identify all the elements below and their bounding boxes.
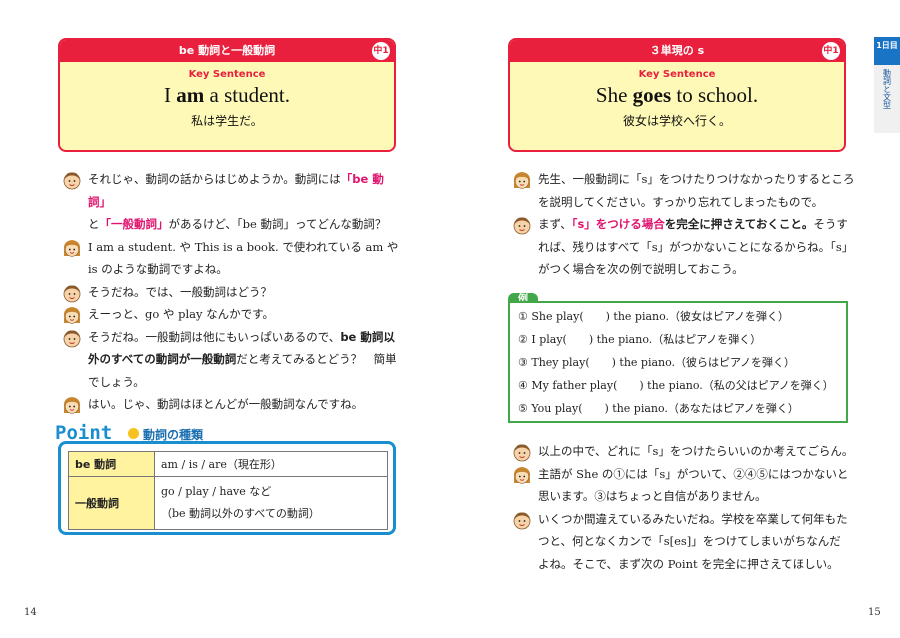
key-sentence-box-left: be 動詞と一般動詞 中1 Key Sentence I am a studen… bbox=[58, 38, 396, 152]
dialogue-line: まず、「s」をつける場合を完全に押さえておくこと。そうす れば、残りはすべて「s… bbox=[512, 213, 857, 281]
chapter-side-tab: 1日目 動詞と文型 bbox=[874, 37, 900, 133]
teacher-face-icon bbox=[512, 442, 532, 462]
point-box: be 動詞 am / is / are（現在形） 一般動詞 go / play … bbox=[58, 441, 396, 535]
table-header-cell: 一般動詞 bbox=[68, 476, 155, 530]
key-sentence-box-right: ３単現の s 中1 Key Sentence She goes to schoo… bbox=[508, 38, 846, 152]
dialogue-right-bottom: 以上の中で、どれに「s」をつけたらいいのか考えてごらん。 主語が She の①に… bbox=[512, 440, 857, 575]
key-sentence: I am a student. bbox=[164, 83, 290, 107]
dialogue-line: そうだね。では、一般動詞はどう？ bbox=[62, 281, 402, 304]
table-header-cell: be 動詞 bbox=[68, 451, 155, 477]
student-face-icon bbox=[62, 305, 82, 325]
table-row: be 動詞 am / is / are（現在形） bbox=[68, 451, 388, 477]
dialogue-line: はい。じゃ、動詞はほとんどが一般動詞なんですね。 bbox=[62, 393, 402, 416]
dialogue-line: I am a student. や This is a book. で使われてい… bbox=[62, 236, 402, 281]
key-sentence: She goes to school. bbox=[595, 83, 759, 107]
teacher-face-icon bbox=[62, 328, 82, 348]
dialogue-line: 以上の中で、どれに「s」をつけたらいいのか考えてごらん。 bbox=[512, 440, 857, 463]
example-box: ① She play( ) the piano.（彼女はピアノを弾く） ② I … bbox=[508, 301, 848, 423]
dialogue-line: 主語が She の①には「s」がついて、②④⑤にはつかないと 思います。③はちょっ… bbox=[512, 463, 857, 508]
teacher-face-icon bbox=[512, 215, 532, 235]
verb-types-table: be 動詞 am / is / are（現在形） 一般動詞 go / play … bbox=[68, 451, 388, 530]
dialogue-right-top: 先生、一般動詞に「s」をつけたりつけなかったりするところ を説明してください。すっ… bbox=[512, 168, 857, 281]
table-cell: am / is / are（現在形） bbox=[154, 451, 388, 477]
dialogue-left: それじゃ、動詞の話からはじめようか。動詞には「be 動詞」 と「一般動詞」がある… bbox=[62, 168, 402, 416]
example-item: ③ They play( ) the piano.（彼らはピアノを弾く） bbox=[518, 356, 796, 369]
level-badge: 中1 bbox=[822, 42, 840, 60]
dialogue-line: えーっと、go や play なんかです。 bbox=[62, 303, 402, 326]
table-cell: go / play / have など （be 動詞以外のすべての動詞） bbox=[154, 476, 388, 530]
level-badge: 中1 bbox=[372, 42, 390, 60]
page-number-left: 14 bbox=[24, 607, 37, 618]
example-item: ① She play( ) the piano.（彼女はピアノを弾く） bbox=[518, 310, 790, 323]
example-item: ⑤ You play( ) the piano.（あなたはピアノを弾く） bbox=[518, 402, 799, 415]
teacher-face-icon bbox=[512, 510, 532, 530]
key-sentence-label: Key Sentence bbox=[188, 69, 266, 80]
key-sentence-translation: 私は学生だ。 bbox=[191, 114, 263, 128]
student-face-icon bbox=[62, 238, 82, 258]
dialogue-line: 先生、一般動詞に「s」をつけたりつけなかったりするところ を説明してください。すっ… bbox=[512, 168, 857, 213]
lesson-title: be 動詞と一般動詞 bbox=[178, 44, 276, 57]
bullet-dot-icon bbox=[128, 428, 139, 439]
key-sentence-label: Key Sentence bbox=[638, 69, 716, 80]
table-row: 一般動詞 go / play / have など （be 動詞以外のすべての動詞） bbox=[68, 476, 388, 530]
teacher-face-icon bbox=[62, 170, 82, 190]
lesson-title: ３単現の s bbox=[649, 44, 705, 57]
key-sentence-bar: be 動詞と一般動詞 中1 bbox=[60, 40, 394, 62]
chapter-title: 動詞と文型 bbox=[882, 69, 892, 109]
student-face-icon bbox=[512, 465, 532, 485]
teacher-face-icon bbox=[62, 283, 82, 303]
example-item: ② I play( ) the piano.（私はピアノを弾く） bbox=[518, 333, 762, 346]
day-label: 1日目 bbox=[874, 37, 900, 65]
page-number-right: 15 bbox=[868, 607, 881, 618]
dialogue-line: そうだね。一般動詞は他にもいっぱいあるので、be 動詞以 外のすべての動詞が一般… bbox=[62, 326, 402, 394]
student-face-icon bbox=[512, 170, 532, 190]
left-page: be 動詞と一般動詞 中1 Key Sentence I am a studen… bbox=[0, 0, 450, 638]
student-face-icon bbox=[62, 395, 82, 415]
dialogue-line: いくつか間違えているみたいだね。学校を卒業して何年もた つと、何となくカンで「s[… bbox=[512, 508, 857, 576]
dialogue-line: それじゃ、動詞の話からはじめようか。動詞には「be 動詞」 と「一般動詞」がある… bbox=[62, 168, 402, 236]
key-sentence-translation: 彼女は学校へ行く。 bbox=[622, 114, 731, 128]
example-item: ④ My father play( ) the piano.（私の父はピアノを弾… bbox=[518, 379, 834, 392]
key-sentence-bar: ３単現の s 中1 bbox=[510, 40, 844, 62]
